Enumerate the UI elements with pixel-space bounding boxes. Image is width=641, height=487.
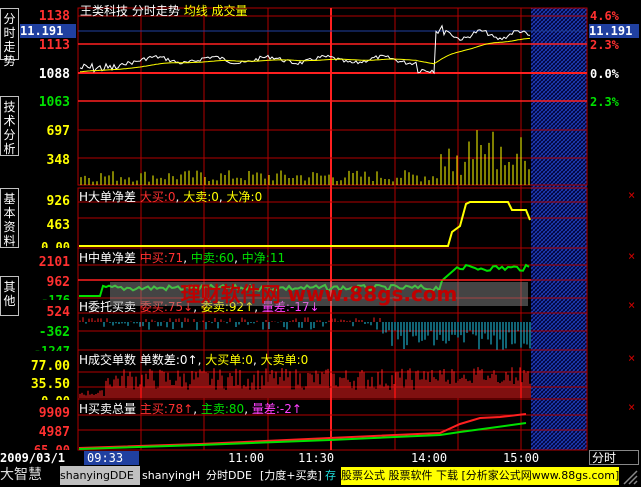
deal-count-label-2: 35.50	[30, 377, 70, 392]
pct-label-upper: 2.3%	[590, 38, 619, 52]
pct-top-label: 4.6%	[590, 9, 619, 23]
legend-volume: 成交量	[211, 4, 248, 18]
entrust-label-3: -1247	[33, 344, 70, 351]
close-indicator-deal-count-icon[interactable]: ×	[628, 351, 635, 365]
time-tick-1130: 11:30	[298, 451, 335, 465]
price-label-lower: 1063	[38, 95, 70, 110]
indicator-item-value: 0↑	[179, 353, 198, 367]
date-label: 2009/03/1	[0, 451, 66, 465]
entrust-label-2: -362	[38, 325, 70, 340]
big-net-label-1: 926	[46, 194, 70, 209]
indicator-item-label: 主买:	[139, 402, 168, 416]
time-tick-1400: 14:00	[411, 451, 448, 465]
mid-net-label-1: 2101	[38, 255, 70, 270]
total-vol-label-3: 65.00	[33, 443, 70, 450]
price-top-label: 1138	[38, 9, 70, 24]
pct-label-base: 0.0%	[590, 67, 619, 81]
indicator-item-value: 71	[167, 251, 184, 265]
indicator-item-value: 80	[228, 402, 245, 416]
volume-label-upper: 697	[46, 124, 70, 139]
indicator-item-value: 11	[269, 251, 286, 265]
tab-save[interactable]: 存	[325, 466, 341, 485]
stock-chart-window: 分时走势 技术分析 基本资料 其他 1138 王类科技 分时走势 均线 成交量 …	[0, 0, 641, 487]
stock-name: 王类科技	[80, 4, 129, 18]
deal-count-label-1: 77.00	[30, 359, 70, 374]
indicator-item-value: 0	[211, 190, 219, 204]
close-indicator-big-net-icon[interactable]: ×	[628, 188, 635, 202]
legend-avg: 均线	[183, 4, 208, 18]
indicator-name: H大单净差	[79, 190, 137, 204]
ad-banner[interactable]: 股票公式 股票软件 下载 [分析家公式网www.88gs.com]	[341, 467, 619, 485]
close-indicator-total-vol-icon[interactable]: ×	[628, 400, 635, 414]
indicator-item-value: 0	[245, 353, 253, 367]
indicator-item-label: 量差:	[251, 402, 280, 416]
total-vol-label-2: 4987	[38, 425, 70, 440]
cursor-time: 09:33	[84, 451, 139, 465]
pct-label-lower: 2.3%	[590, 95, 619, 109]
indicator-item-label: 大买单:	[205, 353, 246, 367]
tab-strength-trade[interactable]: [力度+买卖]	[260, 466, 324, 485]
indicator-item-value: 0	[254, 190, 263, 204]
indicator-item-label: 大卖单:	[260, 353, 301, 367]
total-vol-label-1: 9909	[38, 406, 70, 421]
indicator-big-net-title: H大单净差 大买:0, 大卖:0, 大净:0	[79, 190, 263, 204]
indicator-item-value: -2↑	[279, 402, 302, 416]
indicator-item-label: 主卖:	[200, 402, 229, 416]
entrust-label-1: 524	[46, 305, 70, 320]
mid-net-label-3: -176	[41, 293, 70, 300]
price-label-base: 1088	[38, 67, 70, 82]
indicator-item-label: 单数差:	[139, 353, 180, 367]
cursor-price-right: 11.191	[589, 24, 639, 38]
cursor-price-left: 11.191	[20, 24, 76, 38]
tab-shanying-dde[interactable]: shanyingDDE	[60, 466, 140, 485]
indicator-item-label: 中卖:	[190, 251, 219, 265]
tab-dazhihui[interactable]: 大智慧	[0, 466, 60, 485]
indicator-name: H成交单数	[79, 353, 137, 367]
resize-grip-icon[interactable]	[620, 467, 638, 485]
mid-net-label-2: 962	[46, 275, 70, 290]
big-net-label-2: 463	[46, 218, 70, 233]
tab-timeshare-title[interactable]: 分时走势	[132, 4, 180, 18]
close-indicator-mid-net-icon[interactable]: ×	[628, 249, 635, 263]
indicator-item-value: 60	[218, 251, 235, 265]
indicator-name: H中单净差	[79, 251, 137, 265]
tab-shanying-h[interactable]: shanyingH	[142, 466, 202, 485]
future-zone	[531, 8, 587, 450]
close-indicator-entrust-icon[interactable]: ×	[628, 298, 635, 312]
tab-timeshare-right[interactable]: 分时	[589, 450, 639, 465]
indicator-deal-count-title: H成交单数 单数差:0↑, 大买单:0, 大卖单:0	[79, 353, 309, 367]
total-buy-line	[78, 413, 527, 449]
big-net-label-3: 0.00	[41, 240, 70, 248]
big-net-line	[79, 201, 531, 247]
volume-label-mid: 348	[46, 153, 70, 168]
indicator-item-label: 中买:	[139, 251, 168, 265]
indicator-item-label: 大净:	[226, 190, 255, 204]
indicator-total-vol-title: H买卖总量 主买:78↑, 主卖:80, 量差:-2↑	[79, 402, 302, 416]
watermark: 理财软件网 www.88gs.com	[110, 282, 528, 306]
tab-timeshare-dde[interactable]: 分时DDE	[206, 466, 258, 485]
indicator-item-label: 大买:	[139, 190, 168, 204]
deal-count-label-3: 0.00	[14, 394, 70, 400]
indicator-name: H买卖总量	[79, 402, 137, 416]
indicator-item-label: 中净:	[241, 251, 270, 265]
indicator-mid-net-title: H中单净差 中买:71, 中卖:60, 中净:11	[79, 251, 286, 265]
indicator-item-value: 0	[300, 353, 309, 367]
indicator-item-label: 大卖:	[183, 190, 212, 204]
indicator-item-value: 78↑	[167, 402, 194, 416]
time-tick-1100: 11:00	[228, 451, 265, 465]
price-label-upper: 1113	[38, 38, 70, 53]
time-tick-1500: 15:00	[503, 451, 540, 465]
indicator-item-value: 0	[167, 190, 176, 204]
chart-header: 王类科技 分时走势 均线 成交量	[80, 2, 248, 19]
